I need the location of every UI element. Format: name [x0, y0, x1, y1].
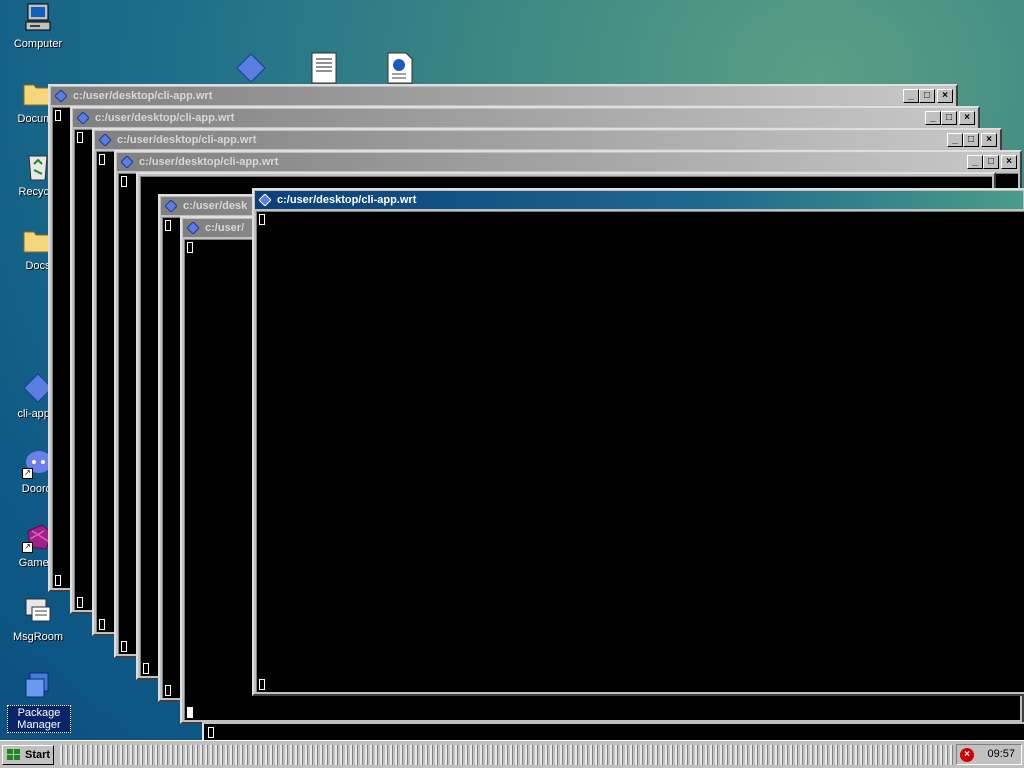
- text-caret: [77, 597, 83, 608]
- text-caret: [121, 641, 127, 652]
- title-bar[interactable]: c:/user/desktop/cli-app.wrt: [255, 191, 1023, 209]
- text-caret: [121, 176, 127, 187]
- start-logo-icon: [7, 749, 20, 760]
- minimize-button[interactable]: _: [925, 111, 941, 125]
- diamond-app-icon: [259, 194, 271, 206]
- shortcut-arrow-icon: ↗: [22, 542, 33, 553]
- shortcut-arrow-icon: ↗: [22, 468, 33, 479]
- text-caret: [165, 685, 171, 696]
- window-edge: [202, 722, 1024, 740]
- terminal-window-active[interactable]: c:/user/desktop/cli-app.wrt: [252, 188, 1024, 696]
- minimize-button[interactable]: _: [903, 89, 919, 103]
- text-caret: [165, 220, 171, 231]
- desktop-icon-msgroom[interactable]: MsgRoom: [1, 595, 75, 643]
- clock: 09:57: [987, 748, 1015, 760]
- text-cursor-icon: I: [868, 604, 879, 624]
- error-icon[interactable]: ×: [960, 748, 974, 762]
- minimize-button[interactable]: _: [967, 155, 983, 169]
- desktop-icon-computer[interactable]: Computer: [1, 2, 75, 50]
- start-label: Start: [25, 749, 51, 761]
- text-caret: [208, 727, 214, 738]
- taskbar: Start × 09:57: [0, 740, 1024, 768]
- desktop-icon-label: MsgRoom: [12, 631, 64, 643]
- maximize-button[interactable]: □: [919, 89, 935, 103]
- text-caret: [99, 619, 105, 630]
- diamond-app-icon: [99, 134, 111, 146]
- maximize-button[interactable]: □: [941, 111, 957, 125]
- diamond-app-icon: [165, 200, 177, 212]
- close-button[interactable]: ×: [959, 111, 975, 125]
- window-title: c:/user/desktop/cli-app.wrt: [95, 112, 235, 124]
- text-caret: [55, 110, 61, 121]
- start-button[interactable]: Start: [2, 745, 54, 765]
- text-caret: [143, 663, 149, 674]
- computer-icon: [25, 3, 51, 31]
- text-caret: [99, 154, 105, 165]
- minimize-button[interactable]: _: [947, 133, 963, 147]
- window-title: c:/user/desktop/cli-app.wrt: [117, 134, 257, 146]
- diamond-app-icon: [55, 90, 67, 102]
- package-manager-icon: [25, 672, 49, 698]
- desktop-icon-package-manager[interactable]: Package Manager: [1, 669, 75, 733]
- msgroom-icon: [25, 598, 51, 622]
- window-title: c:/user/desk: [183, 200, 248, 212]
- task-buttons-strip[interactable]: [60, 745, 954, 765]
- title-bar[interactable]: c:/user/desktop/cli-app.wrt _ □ ×: [95, 131, 999, 149]
- diamond-app-icon: [77, 112, 89, 124]
- text-caret: [187, 242, 193, 253]
- text-caret: [259, 679, 265, 690]
- text-caret: [77, 132, 83, 143]
- title-bar[interactable]: c:/user/desktop/cli-app.wrt _ □ ×: [73, 109, 977, 127]
- title-bar[interactable]: c:/user/desktop/cli-app.wrt _ □ ×: [51, 87, 955, 105]
- close-button[interactable]: ×: [1001, 155, 1017, 169]
- system-tray: × 09:57: [956, 744, 1022, 765]
- window-title: c:/user/desktop/cli-app.wrt: [73, 90, 213, 102]
- text-document-icon[interactable]: [310, 52, 338, 84]
- window-title: c:/user/: [205, 222, 245, 234]
- diamond-app-icon: [121, 156, 133, 168]
- maximize-button[interactable]: □: [963, 133, 979, 147]
- terminal-area[interactable]: [256, 211, 1024, 692]
- web-document-icon[interactable]: [386, 52, 414, 84]
- window-title: c:/user/desktop/cli-app.wrt: [277, 194, 417, 206]
- text-caret: [259, 214, 265, 225]
- window-title: c:/user/desktop/cli-app.wrt: [139, 156, 279, 168]
- diamond-app-icon: [187, 222, 199, 234]
- maximize-button[interactable]: □: [983, 155, 999, 169]
- diamond-app-icon[interactable]: [235, 52, 267, 84]
- desktop-icon-label: Computer: [13, 38, 63, 50]
- title-bar[interactable]: c:/user/desktop/cli-app.wrt _ □ ×: [117, 153, 1019, 171]
- text-caret: [55, 575, 61, 586]
- close-button[interactable]: ×: [981, 133, 997, 147]
- desktop-icon-label: Package Manager: [7, 705, 71, 733]
- close-button[interactable]: ×: [937, 89, 953, 103]
- text-caret: [187, 707, 193, 718]
